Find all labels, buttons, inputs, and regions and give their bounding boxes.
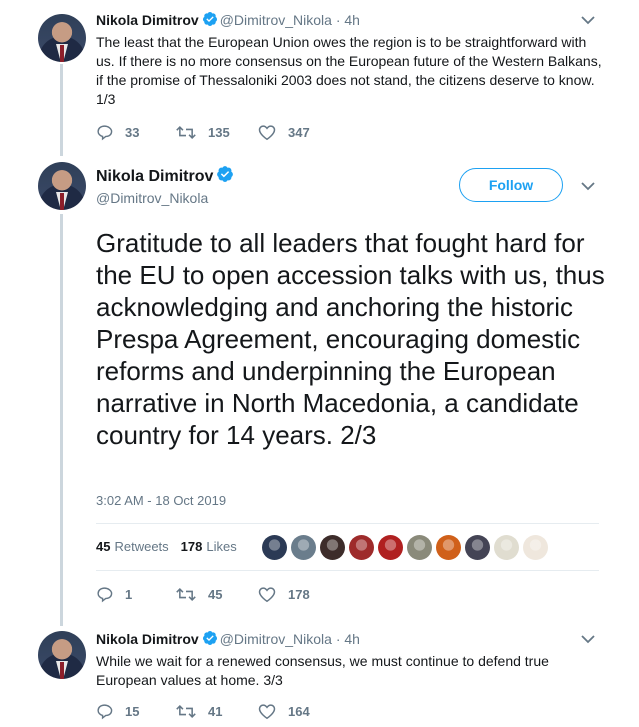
like-count: 164: [288, 704, 310, 719]
liker-avatar[interactable]: [436, 535, 461, 560]
like-icon: [258, 125, 276, 141]
liker-avatar[interactable]: [378, 535, 403, 560]
verified-badge-icon: [202, 12, 217, 26]
tweet-timestamp[interactable]: 3:02 AM - 18 Oct 2019: [96, 493, 226, 508]
reply-count: 1: [125, 587, 133, 602]
tweet-header: Nikola Dimitrov @Dimitrov_Nikola · 4h: [96, 11, 360, 28]
author-name[interactable]: Nikola Dimitrov: [96, 168, 213, 185]
author-name[interactable]: Nikola Dimitrov: [96, 631, 199, 647]
reply-icon: [97, 704, 113, 720]
tweet-stats: 45 Retweets 178 Likes: [96, 539, 237, 554]
reply-count: 15: [125, 704, 140, 719]
liker-avatar[interactable]: [523, 535, 548, 560]
separator-dot: ·: [335, 631, 341, 647]
retweet-count: 45: [208, 587, 223, 602]
tweet-header: Nikola Dimitrov @Dimitrov_Nikola · 4h: [96, 630, 360, 647]
retweet-icon: [176, 705, 196, 718]
tweet-text: While we wait for a renewed consensus, w…: [96, 653, 549, 688]
likes-stat-label: Likes: [206, 539, 237, 554]
liker-avatar[interactable]: [407, 535, 432, 560]
like-button[interactable]: 164: [258, 703, 338, 720]
tweet-time[interactable]: 4h: [344, 631, 360, 647]
chevron-down-icon[interactable]: [581, 634, 595, 644]
author-handle[interactable]: @Dimitrov_Nikola: [220, 12, 332, 28]
follow-button[interactable]: Follow: [459, 168, 563, 202]
thread-line: [60, 64, 63, 156]
retweet-count: 41: [208, 704, 223, 719]
like-button[interactable]: 347: [258, 124, 338, 141]
verified-badge-icon: [202, 631, 217, 645]
verified-badge-icon: [217, 166, 234, 182]
tweet-actions: 1 45 178: [96, 586, 338, 603]
reply-count: 33: [125, 125, 140, 140]
liker-avatar[interactable]: [494, 535, 519, 560]
reply-icon: [97, 587, 113, 603]
tweet-actions: 15 41 164: [96, 703, 338, 720]
reply-button[interactable]: 1: [96, 586, 176, 603]
tweet-text: The least that the European Union owes t…: [96, 34, 602, 107]
retweet-icon: [176, 588, 196, 601]
retweet-icon: [176, 126, 196, 139]
tweet-time[interactable]: 4h: [344, 12, 360, 28]
tweet-text: Gratitude to all leaders that fought har…: [96, 228, 605, 450]
like-count: 347: [288, 125, 310, 140]
likes-stat-count: 178: [180, 539, 203, 554]
liker-avatar[interactable]: [465, 535, 490, 560]
avatar[interactable]: [38, 14, 86, 62]
retweet-count: 135: [208, 125, 230, 140]
reply-icon: [97, 125, 113, 141]
author-handle[interactable]: @Dimitrov_Nikola: [96, 190, 208, 206]
like-icon: [258, 587, 276, 603]
reply-button[interactable]: 33: [96, 124, 176, 141]
like-count: 178: [288, 587, 310, 602]
chevron-down-icon[interactable]: [581, 15, 595, 25]
avatar[interactable]: [38, 162, 86, 210]
likes-stat[interactable]: 178 Likes: [181, 539, 237, 554]
divider: [96, 523, 599, 524]
author-name-row: Nikola Dimitrov: [96, 165, 236, 186]
chevron-down-icon[interactable]: [581, 181, 595, 191]
tweet-actions: 33 135 347: [96, 124, 338, 141]
liker-avatar[interactable]: [349, 535, 374, 560]
reply-button[interactable]: 15: [96, 703, 176, 720]
liker-avatar[interactable]: [262, 535, 287, 560]
separator-dot: ·: [335, 12, 341, 28]
liker-avatars: [262, 535, 552, 560]
retweet-button[interactable]: 45: [176, 586, 258, 603]
retweets-stat-label: Retweets: [114, 539, 169, 554]
avatar[interactable]: [38, 631, 86, 679]
like-icon: [258, 704, 276, 720]
divider: [96, 570, 599, 571]
retweets-stat[interactable]: 45 Retweets: [96, 539, 169, 554]
liker-avatar[interactable]: [320, 535, 345, 560]
liker-avatar[interactable]: [291, 535, 316, 560]
like-button[interactable]: 178: [258, 586, 338, 603]
retweet-button[interactable]: 41: [176, 703, 258, 720]
author-handle[interactable]: @Dimitrov_Nikola: [220, 631, 332, 647]
author-name[interactable]: Nikola Dimitrov: [96, 12, 199, 28]
retweet-button[interactable]: 135: [176, 124, 258, 141]
thread-line: [60, 214, 63, 626]
retweets-stat-count: 45: [96, 539, 111, 554]
